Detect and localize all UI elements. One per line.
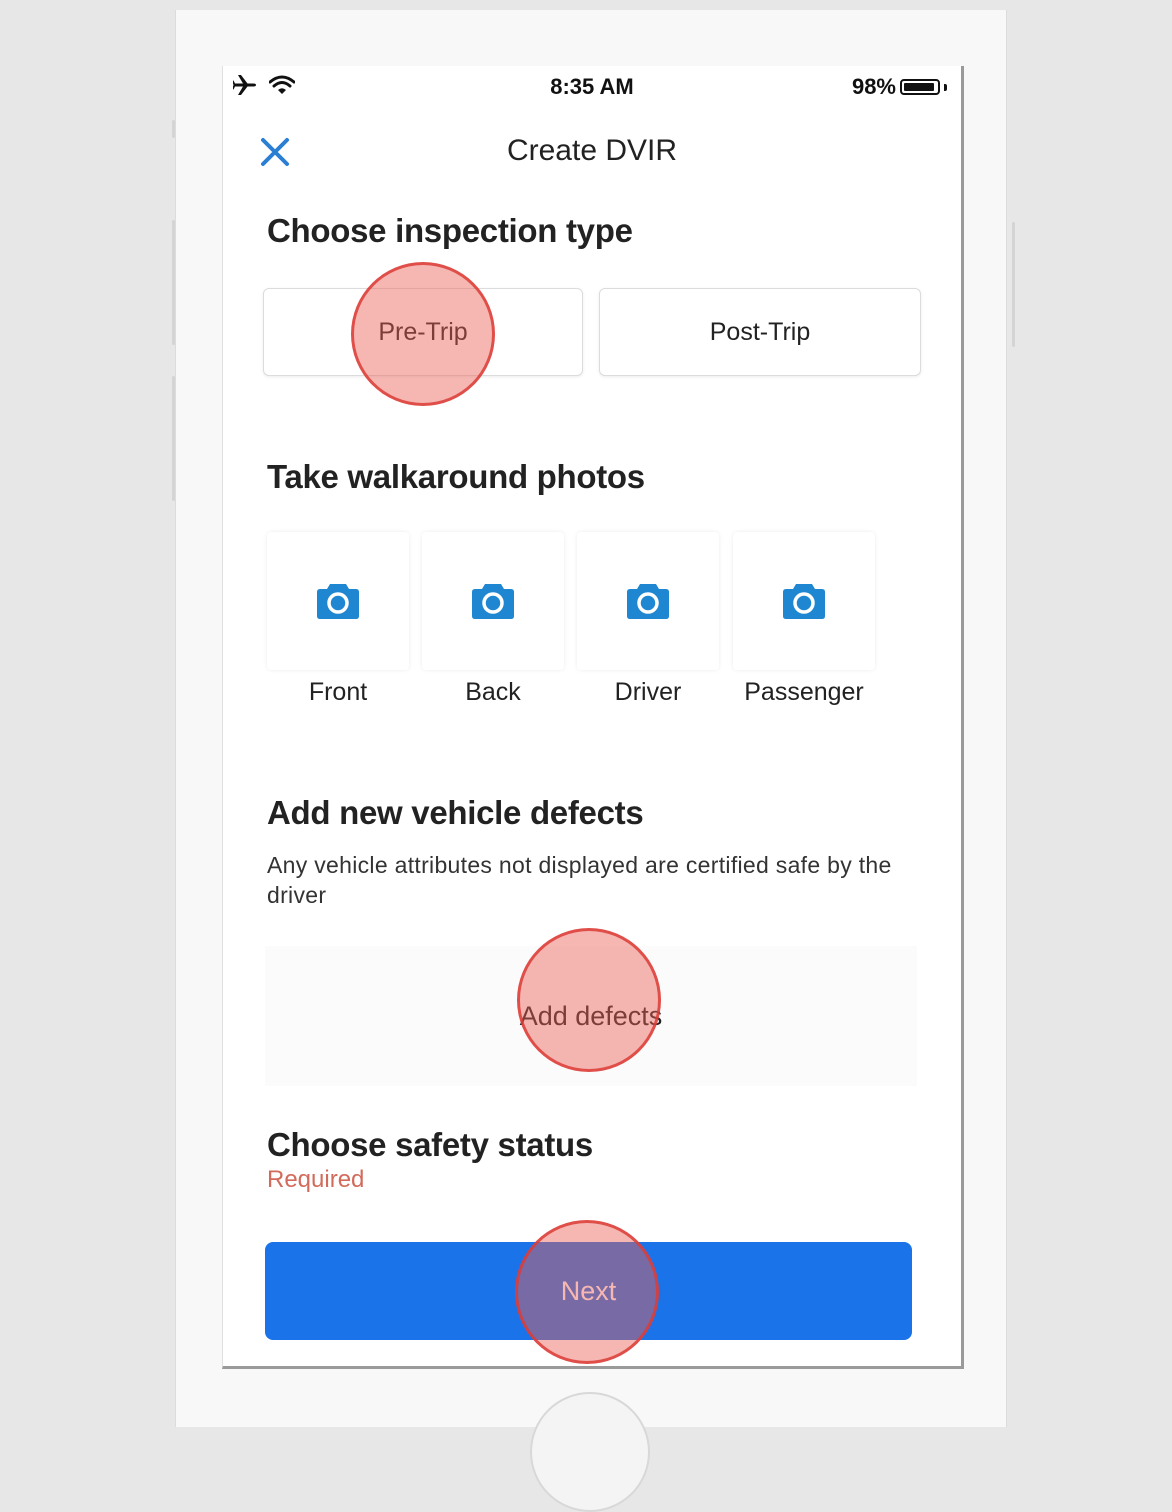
volume-down-button bbox=[172, 376, 175, 501]
battery-fill bbox=[904, 83, 935, 91]
photo-box bbox=[577, 532, 719, 670]
photo-label-back: Back bbox=[465, 678, 521, 706]
camera-icon bbox=[472, 584, 514, 619]
status-right: 98% bbox=[852, 74, 947, 100]
defects-heading: Add new vehicle defects bbox=[267, 794, 644, 831]
photo-label-driver: Driver bbox=[614, 678, 682, 706]
camera-icon bbox=[627, 584, 669, 619]
camera-icon bbox=[317, 584, 359, 619]
phone-screen: 8:35 AM 98% Create DVIR Choose inspectio… bbox=[222, 66, 964, 1369]
pre-trip-button[interactable]: Pre-Trip bbox=[263, 288, 583, 376]
camera-icon bbox=[783, 584, 825, 619]
battery-nub bbox=[944, 83, 947, 91]
photo-tile-back[interactable]: Back bbox=[422, 532, 564, 707]
add-defects-button[interactable]: Add defects bbox=[265, 946, 917, 1086]
battery-icon bbox=[900, 79, 940, 95]
status-time: 8:35 AM bbox=[550, 74, 634, 99]
home-button[interactable] bbox=[530, 1392, 650, 1512]
page-title: Create DVIR bbox=[506, 134, 678, 167]
walkaround-heading: Take walkaround photos bbox=[267, 458, 645, 495]
photo-box bbox=[422, 532, 564, 670]
power-button bbox=[1012, 222, 1015, 347]
required-label: Required bbox=[267, 1166, 365, 1193]
mute-switch bbox=[172, 120, 175, 138]
photo-box bbox=[733, 532, 875, 670]
photo-box bbox=[267, 532, 409, 670]
left-bezel bbox=[0, 8, 175, 1427]
defects-description: Any vehicle attributes not displayed are… bbox=[267, 852, 892, 908]
right-bezel bbox=[997, 8, 1172, 1427]
photo-label-passenger: Passenger bbox=[744, 678, 864, 706]
volume-up-button bbox=[172, 220, 175, 345]
photo-label-front: Front bbox=[308, 678, 368, 706]
status-bar: 8:35 AM 98% bbox=[223, 66, 961, 112]
next-button[interactable]: Next bbox=[265, 1242, 912, 1340]
inspection-type-heading: Choose inspection type bbox=[267, 212, 633, 249]
photo-tile-driver[interactable]: Driver bbox=[577, 532, 719, 707]
battery-percent: 98% bbox=[851, 74, 896, 99]
photo-tile-passenger[interactable]: Passenger bbox=[733, 532, 875, 707]
photo-tile-front[interactable]: Front bbox=[267, 532, 409, 707]
safety-status-heading: Choose safety status bbox=[267, 1126, 593, 1163]
post-trip-button[interactable]: Post-Trip bbox=[599, 288, 921, 376]
